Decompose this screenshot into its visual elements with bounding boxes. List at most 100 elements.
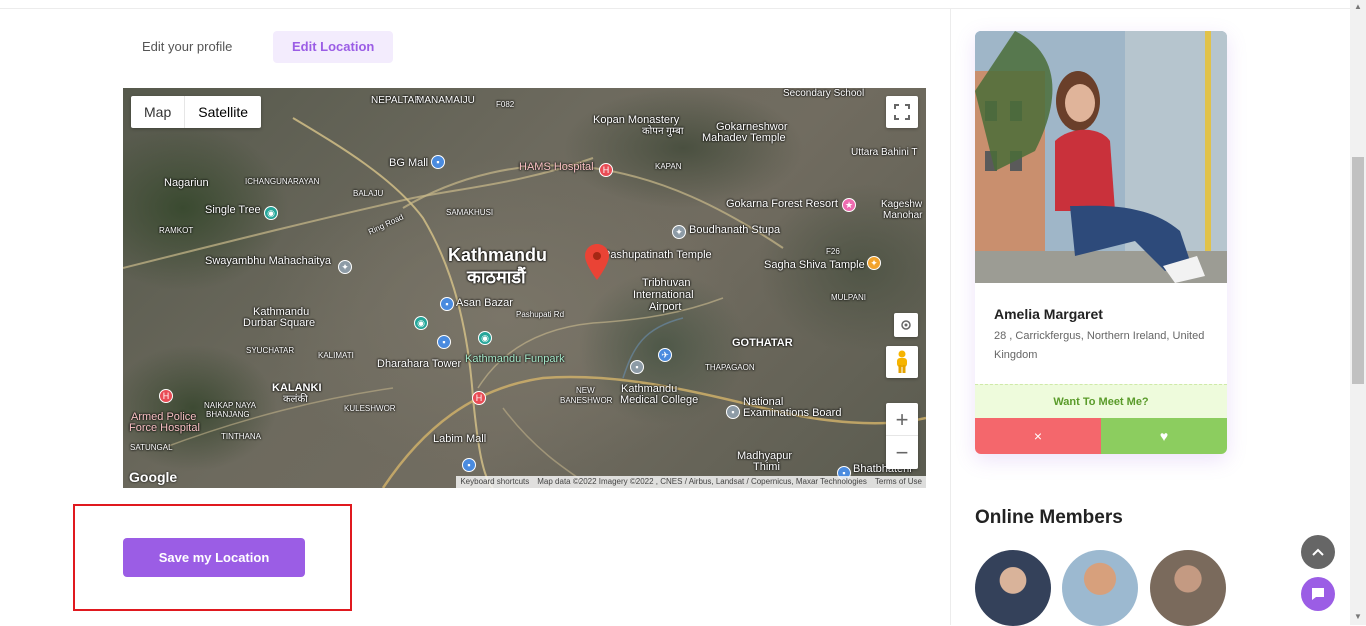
- map-attribution: Keyboard shortcuts Map data ©2022 Imager…: [456, 476, 926, 488]
- temple-icon[interactable]: ✦: [338, 260, 352, 274]
- map-label: Force Hospital: [129, 422, 200, 434]
- airport-icon[interactable]: ✈: [658, 348, 672, 362]
- like-button[interactable]: ♥: [1101, 418, 1227, 454]
- map-label: International: [633, 289, 694, 301]
- shopping-icon[interactable]: ▪: [440, 297, 454, 311]
- camera-icon[interactable]: ◉: [264, 206, 278, 220]
- map-label: BALAJU: [353, 189, 384, 198]
- city-label: Kathmandu: [448, 245, 547, 265]
- hospital-icon[interactable]: H: [599, 163, 613, 177]
- map-label: BANESHWOR: [560, 396, 613, 405]
- map-label: Gokarna Forest Resort: [726, 198, 838, 210]
- school-icon[interactable]: ▪: [630, 360, 644, 374]
- map-label: Pashupatinath Temple: [603, 249, 712, 261]
- google-logo: Google: [129, 469, 178, 485]
- member-name: Amelia Margaret: [994, 306, 1103, 322]
- location-map[interactable]: Map Satellite NEPALTAR MANAMAIJU F082 Ko…: [123, 88, 926, 488]
- map-label: Swayambhu Mahachaitya: [205, 255, 331, 267]
- map-type-satellite[interactable]: Satellite: [184, 96, 261, 128]
- scroll-down-arrow-icon[interactable]: ▼: [1354, 612, 1362, 621]
- map-roads: [123, 117, 926, 488]
- map-label: Examinations Board: [743, 407, 842, 419]
- map-label: Airport: [649, 301, 682, 313]
- map-label: RAMKOT: [159, 226, 194, 235]
- hospital-icon[interactable]: H: [472, 391, 486, 405]
- save-location-button[interactable]: Save my Location: [123, 538, 305, 577]
- terms-of-use-link[interactable]: Terms of Use: [875, 476, 922, 488]
- map-data-text: Map data ©2022 Imagery ©2022 , CNES / Ai…: [537, 477, 867, 486]
- page-scrollbar[interactable]: ▲ ▼: [1350, 0, 1366, 625]
- scroll-to-top-button[interactable]: [1301, 535, 1335, 569]
- map-label: F26: [826, 247, 840, 256]
- map-label: KALIMATI: [318, 351, 354, 360]
- map-label: SAMAKHUSI: [446, 208, 494, 217]
- map-label: Nagariun: [164, 177, 209, 189]
- profile-photo[interactable]: [975, 31, 1227, 283]
- park-icon[interactable]: ◉: [478, 331, 492, 345]
- close-icon: ×: [1033, 428, 1043, 444]
- map-label: HAMS Hospital: [519, 161, 594, 173]
- camera-icon[interactable]: ◉: [414, 316, 428, 330]
- map-label: F082: [496, 100, 515, 109]
- online-member-avatar[interactable]: [975, 550, 1051, 626]
- heart-icon: ♥: [1159, 428, 1169, 444]
- map-label: TINTHANA: [221, 432, 261, 441]
- map-label: Uttara Bahini T: [851, 147, 918, 158]
- city-label-ne: काठमाडौं: [467, 267, 526, 287]
- map-label: GOTHATAR: [732, 337, 793, 349]
- map-label: MANAMAIJU: [416, 95, 475, 106]
- building-icon[interactable]: ▪: [726, 405, 740, 419]
- fullscreen-icon[interactable]: [886, 96, 918, 128]
- hotel-icon[interactable]: ★: [842, 198, 856, 212]
- temple-icon[interactable]: ✦: [867, 256, 881, 270]
- map-label: Boudhanath Stupa: [689, 224, 781, 236]
- member-location: 28 , Carrickfergus, Northern Ireland, Un…: [994, 330, 1205, 361]
- map-label: Labim Mall: [433, 433, 487, 445]
- map-label: SYUCHATAR: [246, 346, 295, 355]
- map-label: Sagha Shiva Tample: [764, 259, 865, 271]
- map-label: Kopan Monastery: [593, 114, 680, 126]
- scrollbar-thumb[interactable]: [1352, 157, 1364, 384]
- map-label: कलंकी: [283, 394, 308, 405]
- map-type-map[interactable]: Map: [131, 96, 184, 128]
- chevron-up-icon: [1312, 548, 1324, 556]
- dislike-button[interactable]: ×: [975, 418, 1101, 454]
- location-marker-icon[interactable]: [585, 244, 609, 280]
- scroll-up-arrow-icon[interactable]: ▲: [1354, 2, 1362, 11]
- map-label: Thimi: [753, 461, 780, 473]
- zoom-in-button[interactable]: +: [886, 403, 918, 436]
- profile-card: Amelia Margaret 28 , Carrickfergus, Nort…: [975, 31, 1227, 454]
- temple-icon[interactable]: ✦: [672, 225, 686, 239]
- map-label: Manohar: [883, 210, 923, 221]
- chat-icon: [1312, 588, 1324, 600]
- zoom-out-button[interactable]: −: [886, 436, 918, 469]
- online-member-avatar[interactable]: [1150, 550, 1226, 626]
- map-label: KULESHWOR: [344, 404, 396, 413]
- building-icon[interactable]: ▪: [437, 335, 451, 349]
- map-label: BG Mall: [389, 157, 429, 169]
- street-view-pegman-icon[interactable]: [886, 346, 918, 378]
- hospital-icon[interactable]: H: [159, 389, 173, 403]
- map-label: KAPAN: [655, 162, 682, 171]
- map-label: NEPALTAR: [371, 95, 422, 106]
- my-location-icon[interactable]: [894, 313, 918, 337]
- map-label: कोपन गुम्बा: [642, 126, 684, 137]
- tab-edit-location[interactable]: Edit Location: [273, 31, 394, 63]
- online-member-avatar[interactable]: [1062, 550, 1138, 626]
- map-label: Secondary School: [783, 88, 865, 99]
- map-label: Mahadev Temple: [702, 132, 786, 144]
- map-label: KALANKI: [272, 382, 322, 394]
- map-label: Single Tree: [205, 204, 261, 216]
- online-members-title: Online Members: [975, 507, 1123, 528]
- shopping-icon[interactable]: ▪: [431, 155, 445, 169]
- map-label: Durbar Square: [243, 317, 316, 329]
- map-label: Kageshw: [881, 199, 923, 210]
- want-to-meet-label: Want To Meet Me?: [975, 384, 1227, 418]
- map-label: THAPAGAON: [705, 363, 755, 372]
- zoom-control: + −: [886, 403, 918, 469]
- keyboard-shortcuts-link[interactable]: Keyboard shortcuts: [460, 476, 529, 488]
- shopping-icon[interactable]: ▪: [462, 458, 476, 472]
- map-label: Pashupati Rd: [516, 310, 565, 319]
- chat-button[interactable]: [1301, 577, 1335, 611]
- tab-edit-profile[interactable]: Edit your profile: [123, 31, 251, 63]
